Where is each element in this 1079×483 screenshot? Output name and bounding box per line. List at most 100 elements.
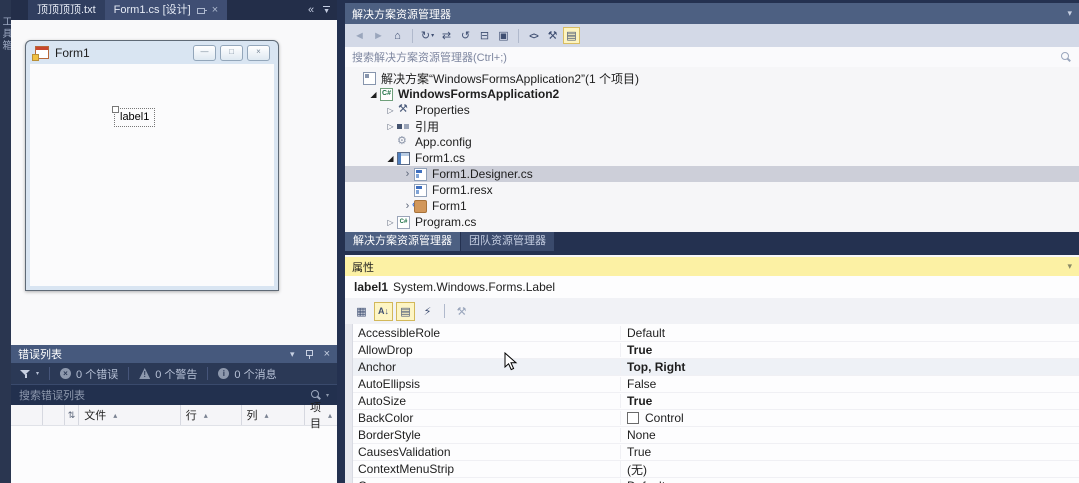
tree-item[interactable]: ◢ WindowsFormsApplication2 [345,86,1079,102]
close-icon[interactable]: × [324,348,330,360]
switch-views-icon[interactable]: ⇄ [438,27,455,44]
tree-item[interactable]: › Form1.Designer.cs [345,166,1079,182]
events-icon[interactable]: ⚡ [418,302,437,321]
properties-object-combobox[interactable]: label1 System.Windows.Forms.Label [345,276,1079,298]
preview-selected-items-icon[interactable]: ▣ [495,27,512,44]
property-value[interactable]: True [620,394,1079,408]
property-value[interactable]: Default [620,479,1079,483]
property-name[interactable]: AutoSize [353,394,620,408]
solution-explorer-search-box[interactable]: 搜索解决方案资源管理器(Ctrl+;) [345,47,1079,68]
label1-control[interactable]: label1 [112,106,156,127]
property-name[interactable]: AccessibleRole [353,326,620,340]
tree-item[interactable]: 解决方案“WindowsFormsApplication2”(1 个项目) [345,70,1079,86]
forward-icon[interactable]: ► [370,27,387,44]
properties-view-icon[interactable]: ▤ [396,301,415,321]
view-code-icon[interactable]: <> [525,27,542,44]
property-row[interactable]: Anchor Top, Right [353,359,1079,376]
pin-icon[interactable] [305,349,314,359]
error-list-search-box[interactable]: 搜索错误列表 ▾ [11,384,337,405]
properties-icon[interactable]: ⚒ [544,27,561,44]
severity-column[interactable] [21,405,43,425]
property-row[interactable]: ContextMenuStrip (无) [353,460,1079,478]
window-position-icon[interactable]: ▾ [1067,262,1072,271]
sort-order-icon[interactable]: ⇅ [65,405,80,425]
property-row[interactable]: CausesValidation True [353,444,1079,461]
sync-with-active-document-icon[interactable]: ↻ ▾ [419,27,436,44]
property-name[interactable]: Cursor [353,479,620,483]
property-value[interactable]: Default [620,326,1079,340]
property-row[interactable]: AutoEllipsis False [353,376,1079,393]
window-position-icon[interactable]: ▾ [1067,9,1072,18]
code-column[interactable] [43,405,65,425]
warnings-count[interactable]: 0 个警告 [155,366,197,382]
property-value[interactable]: Control [620,411,1079,425]
expander-icon[interactable]: ◢ [367,90,380,99]
scroll-tabs-icon[interactable]: « [308,4,314,16]
back-icon[interactable]: ◄ [351,27,368,44]
messages-count[interactable]: 0 个消息 [234,366,276,382]
property-row[interactable]: BackColor Control [353,410,1079,427]
property-name[interactable]: CausesValidation [353,445,620,459]
column-header[interactable]: 文件 ▴ [79,405,181,425]
property-value[interactable]: True [620,343,1079,357]
close-icon[interactable]: × [212,4,218,16]
property-name[interactable]: AutoEllipsis [353,377,620,391]
property-row[interactable]: CursorDefault [353,478,1079,483]
expander-icon[interactable]: ▷ [384,106,397,115]
form-client-area[interactable]: label1 [30,64,274,286]
vertical-splitter[interactable] [337,0,345,483]
pin-icon[interactable] [196,6,207,15]
column-header[interactable]: 行 ▴ [181,405,242,425]
tab-form1-design[interactable]: Form1.cs [设计] × [104,0,228,20]
property-name[interactable]: BackColor [353,411,620,425]
search-icon[interactable] [310,389,322,401]
show-all-files-icon[interactable]: ▤ [563,27,580,44]
column-header[interactable]: 项目 ▴ [305,402,337,430]
property-value[interactable]: (无) [620,460,1079,478]
expander-icon[interactable]: ▷ [384,218,397,227]
collapsed-toolbox-tab[interactable]: 工具箱 [0,0,11,483]
property-name[interactable]: BorderStyle [353,428,620,442]
tree-item[interactable]: ▷ Properties [345,102,1079,118]
tree-item[interactable]: ▷ Program.cs [345,214,1079,230]
categorized-icon[interactable]: ▦ [352,302,371,321]
property-value[interactable]: Top, Right [620,360,1079,374]
filter-dropdown-icon[interactable]: ▾ [36,370,39,377]
property-name[interactable]: AllowDrop [353,343,620,357]
selection-handle[interactable] [112,106,119,113]
errors-count[interactable]: 0 个错误 [76,366,118,382]
expander-icon[interactable]: ▷ [384,122,397,131]
search-dropdown-icon[interactable]: ▾ [326,392,329,399]
tab-list-icon[interactable]: ▼ [323,5,330,15]
tree-item[interactable]: Form1.resx [345,182,1079,198]
column-header[interactable]: 列 ▴ [242,405,305,425]
expander-icon[interactable]: ◢ [384,154,397,163]
property-row[interactable]: AccessibleRole Default [353,325,1079,342]
tree-item[interactable]: ◢ Form1.cs [345,150,1079,166]
alphabetical-sort-icon[interactable]: A↓ [374,301,393,321]
tab-solution-explorer[interactable]: 解决方案资源管理器 [345,232,460,251]
filter-icon[interactable] [20,369,31,379]
window-position-icon[interactable]: ▾ [290,349,295,359]
tree-item[interactable]: ▷ 引用 [345,118,1079,134]
form-designer-surface[interactable]: Form1 — □ × label1 [11,20,337,345]
property-name[interactable]: Anchor [353,360,620,374]
expander-icon[interactable]: › [401,168,414,180]
properties-title-bar[interactable]: 属性 ▾ [345,257,1079,276]
property-pages-icon[interactable]: ⚒ [452,302,471,321]
search-icon[interactable] [1060,51,1072,63]
tab-team-explorer[interactable]: 团队资源管理器 [461,232,554,251]
property-value[interactable]: True [620,445,1079,459]
tree-item[interactable]: App.config [345,134,1079,150]
property-value[interactable]: None [620,428,1079,442]
solution-explorer-title-bar[interactable]: 解决方案资源管理器 ▾ [345,3,1079,24]
refresh-icon[interactable]: ↺ [457,27,474,44]
collapse-all-icon[interactable]: ⊟ [476,27,493,44]
home-icon[interactable]: ⌂ [389,27,406,44]
property-row[interactable]: AllowDrop True [353,342,1079,359]
tree-item[interactable]: ›Form1 [345,198,1079,214]
property-row[interactable]: AutoSize True [353,393,1079,410]
property-value[interactable]: False [620,377,1079,391]
property-row[interactable]: BorderStyle None [353,427,1079,444]
property-name[interactable]: ContextMenuStrip [353,462,620,476]
